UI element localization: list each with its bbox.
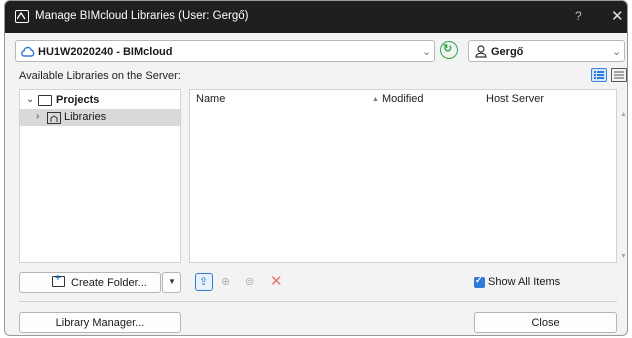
chevron-down-icon: ⌄ (612, 46, 622, 58)
tree-item-libraries[interactable]: › Libraries (20, 109, 180, 126)
scroll-up-icon[interactable]: ▲ (620, 111, 627, 118)
details-view-icon (594, 71, 604, 79)
divider (19, 301, 617, 302)
library-list[interactable]: Name ▲ Modified Host Server (189, 89, 617, 263)
folder-icon (38, 95, 52, 106)
chevron-down-icon[interactable]: ⌄ (26, 94, 34, 105)
folder-tree[interactable]: ⌄ Projects › Libraries (19, 89, 181, 263)
cloud-icon (21, 46, 35, 57)
show-all-items-label[interactable]: Show All Items (488, 276, 560, 288)
tree-item-projects[interactable]: ⌄ Projects (20, 92, 180, 109)
download-icon: ⊜ (245, 276, 255, 288)
column-header-host-server[interactable]: Host Server (486, 93, 544, 105)
checkmark-icon: ✓ (475, 275, 483, 285)
close-label: Close (531, 317, 560, 329)
create-folder-dropdown[interactable]: ▼ (162, 272, 181, 293)
tree-item-label: Projects (56, 94, 100, 106)
chevron-right-icon[interactable]: › (36, 111, 39, 122)
scroll-down-icon[interactable]: ▼ (620, 253, 627, 260)
user-name: Gergő (491, 46, 524, 58)
triangle-down-icon: ▼ (168, 277, 176, 286)
column-header-name[interactable]: Name (196, 93, 225, 105)
user-icon (475, 45, 487, 58)
user-select[interactable]: Gergő ⌄ (468, 40, 625, 62)
library-manager-label: Library Manager... (55, 317, 145, 329)
column-header-modified[interactable]: ▲ Modified (372, 93, 424, 105)
delete-icon: ✕ (270, 273, 283, 290)
show-all-items-checkbox[interactable]: ✓ (474, 275, 485, 288)
create-folder-button[interactable]: + Create Folder... (19, 272, 161, 293)
upload-icon: ⇪ (199, 276, 209, 288)
plus-icon: + (55, 273, 61, 284)
refresh-button[interactable]: ↻ (440, 41, 458, 59)
help-button[interactable]: ? (575, 9, 582, 23)
manage-libraries-dialog: Manage BIMcloud Libraries (User: Gergő) … (4, 0, 628, 336)
tree-item-label: Libraries (64, 111, 107, 123)
window-title: Manage BIMcloud Libraries (User: Gergő) (35, 10, 249, 22)
server-select[interactable]: HU1W2020240 - BIMcloud ⌄ (15, 40, 435, 62)
library-manager-button[interactable]: Library Manager... (19, 312, 181, 333)
refresh-icon: ↻ (443, 43, 453, 55)
chevron-down-icon: ⌄ (422, 46, 432, 58)
close-button[interactable]: Close (474, 312, 617, 333)
details-view-button[interactable] (591, 68, 607, 82)
archicad-app-icon (15, 10, 29, 23)
list-view-button[interactable] (611, 68, 627, 82)
close-window-button[interactable]: ✕ (611, 7, 624, 25)
download-library-button[interactable]: ⊜ (241, 273, 259, 291)
delete-button[interactable]: ✕ (267, 273, 285, 291)
available-libraries-label: Available Libraries on the Server: (19, 70, 181, 82)
create-folder-label: Create Folder... (71, 277, 147, 289)
list-view-icon (614, 71, 624, 79)
add-icon: ⊕ (221, 276, 231, 288)
title-bar: Manage BIMcloud Libraries (User: Gergő) … (5, 1, 627, 33)
sort-ascending-icon: ▲ (372, 96, 379, 103)
upload-library-button[interactable]: ⇪ (195, 273, 213, 291)
add-library-button[interactable]: ⊕ (217, 273, 235, 291)
library-folder-icon (47, 112, 61, 124)
server-name: HU1W2020240 - BIMcloud (38, 46, 173, 58)
